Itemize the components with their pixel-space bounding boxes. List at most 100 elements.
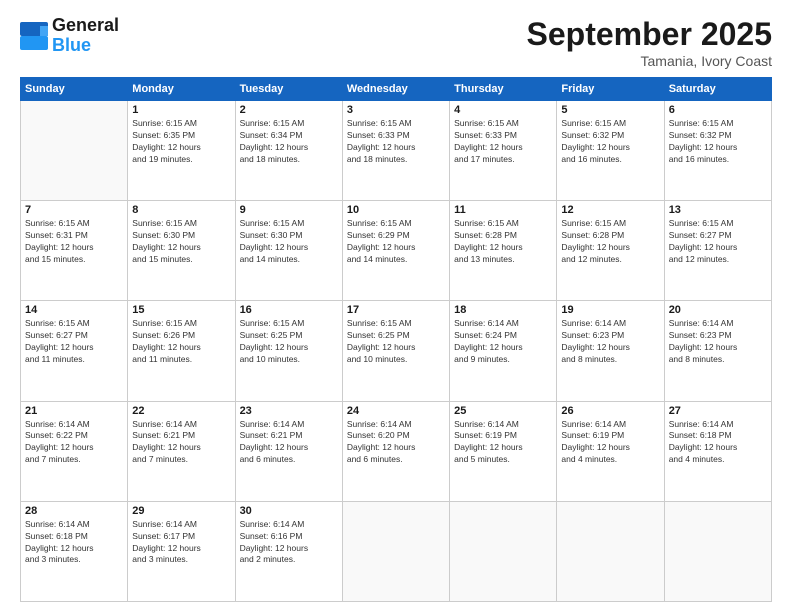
day-info: Sunrise: 6:14 AM Sunset: 6:19 PM Dayligh… xyxy=(561,419,659,467)
day-info: Sunrise: 6:15 AM Sunset: 6:30 PM Dayligh… xyxy=(240,218,338,266)
day-info: Sunrise: 6:14 AM Sunset: 6:17 PM Dayligh… xyxy=(132,519,230,567)
day-info: Sunrise: 6:15 AM Sunset: 6:34 PM Dayligh… xyxy=(240,118,338,166)
day-info: Sunrise: 6:14 AM Sunset: 6:19 PM Dayligh… xyxy=(454,419,552,467)
day-info: Sunrise: 6:15 AM Sunset: 6:28 PM Dayligh… xyxy=(454,218,552,266)
logo-line2: Blue xyxy=(52,36,119,56)
day-info: Sunrise: 6:15 AM Sunset: 6:32 PM Dayligh… xyxy=(561,118,659,166)
day-number: 29 xyxy=(132,505,230,517)
day-info: Sunrise: 6:15 AM Sunset: 6:30 PM Dayligh… xyxy=(132,218,230,266)
calendar-table: SundayMondayTuesdayWednesdayThursdayFrid… xyxy=(20,77,772,602)
calendar-cell: 13 Sunrise: 6:15 AM Sunset: 6:27 PM Dayli… xyxy=(664,201,771,301)
weekday-header-row: SundayMondayTuesdayWednesdayThursdayFrid… xyxy=(21,78,772,101)
day-info: Sunrise: 6:15 AM Sunset: 6:26 PM Dayligh… xyxy=(132,318,230,366)
calendar-week-row: 14 Sunrise: 6:15 AM Sunset: 6:27 PM Dayli… xyxy=(21,301,772,401)
day-info: Sunrise: 6:14 AM Sunset: 6:23 PM Dayligh… xyxy=(669,318,767,366)
calendar-cell: 16Sunrise: 6:15 AM Sunset: 6:25 PM Dayli… xyxy=(235,301,342,401)
day-number: 15 xyxy=(132,304,230,316)
day-info: Sunrise: 6:14 AM Sunset: 6:21 PM Dayligh… xyxy=(240,419,338,467)
day-info: Sunrise: 6:15 AM Sunset: 6:32 PM Dayligh… xyxy=(669,118,767,166)
day-info: Sunrise: 6:15 AM Sunset: 6:33 PM Dayligh… xyxy=(347,118,445,166)
day-number: 21 xyxy=(25,405,123,417)
calendar-cell: 4Sunrise: 6:15 AM Sunset: 6:33 PM Daylig… xyxy=(450,101,557,201)
day-info: Sunrise: 6:15 AM Sunset: 6:33 PM Dayligh… xyxy=(454,118,552,166)
day-number: 28 xyxy=(25,505,123,517)
calendar-cell: 10Sunrise: 6:15 AM Sunset: 6:29 PM Dayli… xyxy=(342,201,449,301)
calendar-cell: 2Sunrise: 6:15 AM Sunset: 6:34 PM Daylig… xyxy=(235,101,342,201)
month-title: September 2025 xyxy=(527,16,772,53)
calendar-cell: 28 Sunrise: 6:14 AM Sunset: 6:18 PM Dayli… xyxy=(21,501,128,601)
weekday-sunday: Sunday xyxy=(21,78,128,101)
day-info: Sunrise: 6:14 AM Sunset: 6:20 PM Dayligh… xyxy=(347,419,445,467)
calendar-cell: 14 Sunrise: 6:15 AM Sunset: 6:27 PM Dayli… xyxy=(21,301,128,401)
calendar-cell: 23 Sunrise: 6:14 AM Sunset: 6:21 PM Dayli… xyxy=(235,401,342,501)
day-number: 22 xyxy=(132,405,230,417)
day-number: 25 xyxy=(454,405,552,417)
day-info: Sunrise: 6:15 AM Sunset: 6:27 PM Dayligh… xyxy=(25,318,123,366)
calendar-cell: 27 Sunrise: 6:14 AM Sunset: 6:18 PM Dayli… xyxy=(664,401,771,501)
weekday-thursday: Thursday xyxy=(450,78,557,101)
weekday-tuesday: Tuesday xyxy=(235,78,342,101)
day-number: 20 xyxy=(669,304,767,316)
page: General Blue September 2025 Tamania, Ivo… xyxy=(0,0,792,612)
logo-line1: General xyxy=(52,16,119,36)
calendar-cell: 7 Sunrise: 6:15 AM Sunset: 6:31 PM Daylig… xyxy=(21,201,128,301)
calendar-cell: 5Sunrise: 6:15 AM Sunset: 6:32 PM Daylig… xyxy=(557,101,664,201)
day-number: 30 xyxy=(240,505,338,517)
calendar-week-row: 28 Sunrise: 6:14 AM Sunset: 6:18 PM Dayli… xyxy=(21,501,772,601)
calendar-week-row: 21 Sunrise: 6:14 AM Sunset: 6:22 PM Dayli… xyxy=(21,401,772,501)
title-block: September 2025 Tamania, Ivory Coast xyxy=(527,16,772,69)
day-number: 24 xyxy=(347,405,445,417)
calendar-cell: 1 Sunrise: 6:15 AM Sunset: 6:35 PM Daylig… xyxy=(128,101,235,201)
calendar-cell xyxy=(21,101,128,201)
calendar-cell: 29 Sunrise: 6:14 AM Sunset: 6:17 PM Dayli… xyxy=(128,501,235,601)
day-number: 13 xyxy=(669,204,767,216)
day-number: 9 xyxy=(240,204,338,216)
day-info: Sunrise: 6:15 AM Sunset: 6:29 PM Dayligh… xyxy=(347,218,445,266)
day-info: Sunrise: 6:14 AM Sunset: 6:21 PM Dayligh… xyxy=(132,419,230,467)
calendar-cell: 3 Sunrise: 6:15 AM Sunset: 6:33 PM Daylig… xyxy=(342,101,449,201)
day-number: 7 xyxy=(25,204,123,216)
day-info: Sunrise: 6:15 AM Sunset: 6:27 PM Dayligh… xyxy=(669,218,767,266)
day-info: Sunrise: 6:14 AM Sunset: 6:24 PM Dayligh… xyxy=(454,318,552,366)
day-info: Sunrise: 6:14 AM Sunset: 6:16 PM Dayligh… xyxy=(240,519,338,567)
calendar-cell: 21 Sunrise: 6:14 AM Sunset: 6:22 PM Dayli… xyxy=(21,401,128,501)
calendar-cell: 25 Sunrise: 6:14 AM Sunset: 6:19 PM Dayli… xyxy=(450,401,557,501)
calendar-week-row: 7 Sunrise: 6:15 AM Sunset: 6:31 PM Daylig… xyxy=(21,201,772,301)
weekday-saturday: Saturday xyxy=(664,78,771,101)
calendar-cell: 22 Sunrise: 6:14 AM Sunset: 6:21 PM Dayli… xyxy=(128,401,235,501)
day-info: Sunrise: 6:14 AM Sunset: 6:18 PM Dayligh… xyxy=(25,519,123,567)
day-info: Sunrise: 6:15 AM Sunset: 6:31 PM Dayligh… xyxy=(25,218,123,266)
logo-icon xyxy=(20,22,48,50)
day-info: Sunrise: 6:15 AM Sunset: 6:35 PM Dayligh… xyxy=(132,118,230,166)
calendar-cell: 18 Sunrise: 6:14 AM Sunset: 6:24 PM Dayli… xyxy=(450,301,557,401)
day-number: 1 xyxy=(132,104,230,116)
day-number: 14 xyxy=(25,304,123,316)
calendar-cell: 19Sunrise: 6:14 AM Sunset: 6:23 PM Dayli… xyxy=(557,301,664,401)
day-number: 18 xyxy=(454,304,552,316)
calendar-cell: 24 Sunrise: 6:14 AM Sunset: 6:20 PM Dayli… xyxy=(342,401,449,501)
day-info: Sunrise: 6:14 AM Sunset: 6:22 PM Dayligh… xyxy=(25,419,123,467)
day-info: Sunrise: 6:14 AM Sunset: 6:18 PM Dayligh… xyxy=(669,419,767,467)
calendar-cell xyxy=(450,501,557,601)
weekday-monday: Monday xyxy=(128,78,235,101)
calendar-cell: 20 Sunrise: 6:14 AM Sunset: 6:23 PM Dayli… xyxy=(664,301,771,401)
day-number: 27 xyxy=(669,405,767,417)
calendar-cell: 9 Sunrise: 6:15 AM Sunset: 6:30 PM Daylig… xyxy=(235,201,342,301)
day-number: 26 xyxy=(561,405,659,417)
calendar-cell: 17Sunrise: 6:15 AM Sunset: 6:25 PM Dayli… xyxy=(342,301,449,401)
calendar-cell xyxy=(664,501,771,601)
weekday-friday: Friday xyxy=(557,78,664,101)
day-info: Sunrise: 6:15 AM Sunset: 6:25 PM Dayligh… xyxy=(347,318,445,366)
calendar-week-row: 1 Sunrise: 6:15 AM Sunset: 6:35 PM Daylig… xyxy=(21,101,772,201)
calendar-cell: 11 Sunrise: 6:15 AM Sunset: 6:28 PM Dayli… xyxy=(450,201,557,301)
day-info: Sunrise: 6:14 AM Sunset: 6:23 PM Dayligh… xyxy=(561,318,659,366)
day-number: 11 xyxy=(454,204,552,216)
logo-text: General Blue xyxy=(52,16,119,56)
calendar-cell: 8Sunrise: 6:15 AM Sunset: 6:30 PM Daylig… xyxy=(128,201,235,301)
day-number: 6 xyxy=(669,104,767,116)
calendar-cell: 30 Sunrise: 6:14 AM Sunset: 6:16 PM Dayli… xyxy=(235,501,342,601)
day-info: Sunrise: 6:15 AM Sunset: 6:25 PM Dayligh… xyxy=(240,318,338,366)
day-number: 3 xyxy=(347,104,445,116)
day-number: 23 xyxy=(240,405,338,417)
header: General Blue September 2025 Tamania, Ivo… xyxy=(20,16,772,69)
